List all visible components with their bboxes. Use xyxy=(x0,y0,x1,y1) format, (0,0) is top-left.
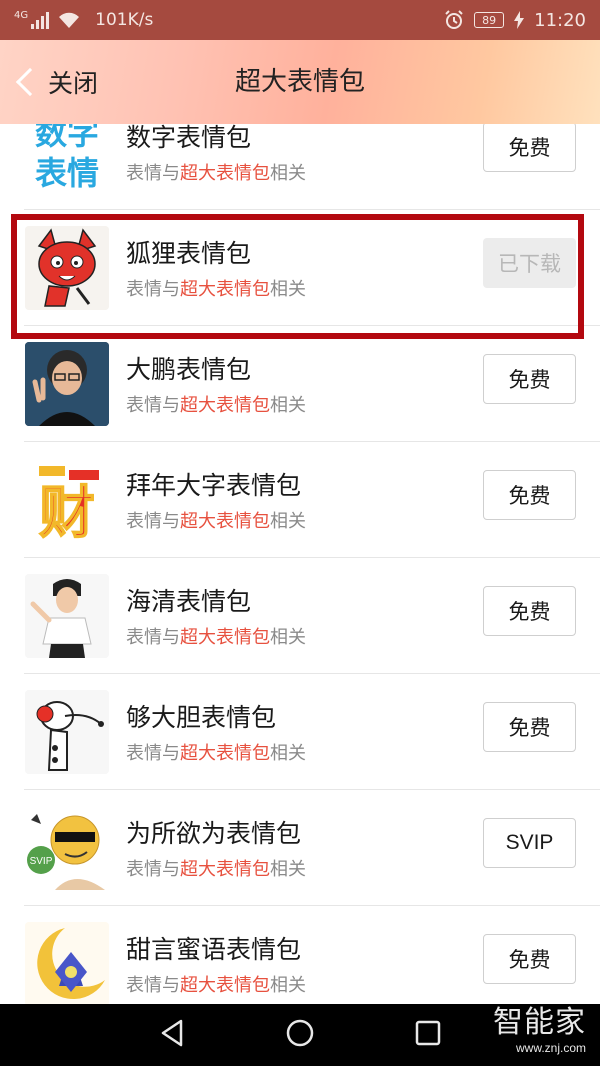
status-bar: 4G 101K/s 89 11:20 xyxy=(0,0,600,40)
battery-level: 89 xyxy=(482,13,497,27)
pack-thumbnail: SVIP xyxy=(25,806,109,890)
list-item[interactable]: 甜言蜜语表情包 表情与超大表情包相关 免费 xyxy=(0,906,600,1004)
pack-thumbnail xyxy=(25,574,109,658)
pack-name: 为所欲为表情包 xyxy=(126,819,302,848)
recents-nav-button[interactable] xyxy=(388,1004,468,1066)
home-nav-button[interactable] xyxy=(260,1004,340,1066)
list-item[interactable]: 大鹏表情包 表情与超大表情包相关 免费 xyxy=(0,326,600,442)
watermark-url: www.znj.com xyxy=(515,1041,586,1055)
free-button[interactable]: 免费 xyxy=(483,702,576,752)
sticker-pack-list[interactable]: 数字 表情 数字表情包 表情与超大表情包相关 免费 狐狸表情包 表情与超大表情包… xyxy=(0,124,600,1004)
watermark-logo: 智能家 xyxy=(493,1005,586,1040)
free-button[interactable]: 免费 xyxy=(483,354,576,404)
pack-name: 拜年大字表情包 xyxy=(126,471,302,500)
pack-thumbnail xyxy=(25,690,109,774)
back-triangle-icon xyxy=(159,1019,185,1051)
clock: 11:20 xyxy=(534,9,586,31)
close-button[interactable]: 关闭 xyxy=(12,62,98,102)
pack-thumbnail xyxy=(25,922,109,1004)
pack-name: 海清表情包 xyxy=(126,587,252,616)
pack-name: 甜言蜜语表情包 xyxy=(126,935,302,964)
back-nav-button[interactable] xyxy=(132,1004,212,1066)
recents-square-icon xyxy=(415,1020,441,1050)
svip-button[interactable]: SVIP xyxy=(483,818,576,868)
wifi-icon xyxy=(57,11,81,29)
close-label: 关闭 xyxy=(48,69,99,98)
pack-thumbnail: 数字 表情 xyxy=(25,124,109,194)
battery-icon: 89 xyxy=(474,12,505,28)
network-speed: 101K/s xyxy=(95,10,154,30)
free-button[interactable]: 免费 xyxy=(483,934,576,984)
back-chevron-icon xyxy=(15,67,45,97)
list-item[interactable]: 够大胆表情包 表情与超大表情包相关 免费 xyxy=(0,674,600,790)
svg-text:表情: 表情 xyxy=(35,154,99,192)
pack-desc: 表情与超大表情包相关 xyxy=(126,743,306,764)
pack-name: 数字表情包 xyxy=(126,124,252,152)
free-button[interactable]: 免费 xyxy=(483,124,576,172)
list-item[interactable]: 数字 表情 数字表情包 表情与超大表情包相关 免费 xyxy=(0,124,600,210)
watermark: 智能家 www.znj.com xyxy=(493,1005,586,1055)
pack-desc: 表情与超大表情包相关 xyxy=(126,511,306,532)
signal-icon: 4G xyxy=(14,10,50,29)
list-item[interactable]: 海清表情包 表情与超大表情包相关 免费 xyxy=(0,558,600,674)
app-screen: 4G 101K/s 89 11:20 关闭 超大表情包 数字 表情 数字表情包 … xyxy=(0,0,600,1066)
pack-desc: 表情与超大表情包相关 xyxy=(126,975,306,996)
free-button[interactable]: 免费 xyxy=(483,470,576,520)
pack-thumbnail xyxy=(25,342,109,426)
pack-name: 够大胆表情包 xyxy=(126,703,277,732)
pack-name: 狐狸表情包 xyxy=(126,239,252,268)
thumb-text: 财 xyxy=(39,481,95,542)
pack-desc: 表情与超大表情包相关 xyxy=(126,395,306,416)
pack-desc: 表情与超大表情包相关 xyxy=(126,163,306,184)
charging-icon xyxy=(514,11,525,29)
pack-desc: 表情与超大表情包相关 xyxy=(126,627,306,648)
list-item[interactable]: 财 拜年大字表情包 表情与超大表情包相关 免费 xyxy=(0,442,600,558)
header: 关闭 超大表情包 xyxy=(0,40,600,124)
thumb-text: SVIP xyxy=(30,856,53,867)
pack-name: 大鹏表情包 xyxy=(126,355,252,384)
pack-desc: 表情与超大表情包相关 xyxy=(126,859,306,880)
pack-thumbnail xyxy=(25,226,109,310)
home-circle-icon xyxy=(285,1018,315,1052)
downloaded-button[interactable]: 已下载 xyxy=(483,238,576,288)
list-item[interactable]: SVIP 为所欲为表情包 表情与超大表情包相关 SVIP xyxy=(0,790,600,906)
alarm-icon xyxy=(444,10,464,30)
list-item[interactable]: 狐狸表情包 表情与超大表情包相关 已下载 xyxy=(0,210,600,326)
svg-text:数字: 数字 xyxy=(35,124,99,152)
pack-thumbnail: 财 xyxy=(25,458,109,542)
pack-desc: 表情与超大表情包相关 xyxy=(126,279,306,300)
network-type: 4G xyxy=(14,10,29,21)
free-button[interactable]: 免费 xyxy=(483,586,576,636)
